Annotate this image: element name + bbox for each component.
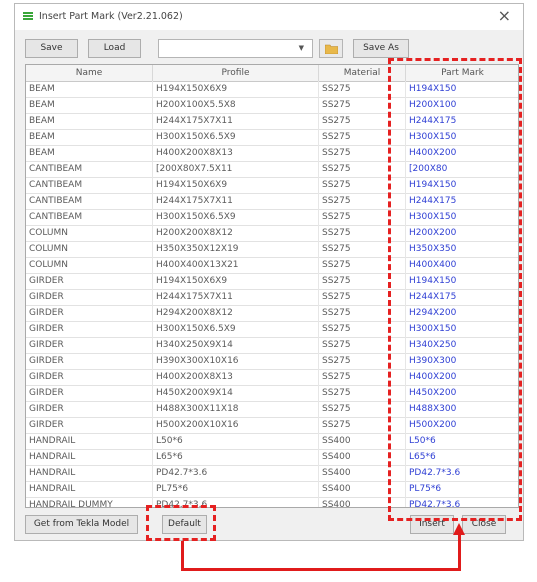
cell-profile: H194X150X6X9: [153, 81, 319, 97]
settings-dropdown[interactable]: ▼: [158, 39, 313, 58]
folder-button[interactable]: [319, 39, 343, 58]
cell-name: GIRDER: [26, 385, 153, 401]
cell-name: GIRDER: [26, 337, 153, 353]
cell-name: GIRDER: [26, 305, 153, 321]
cell-profile: H350X350X12X19: [153, 241, 319, 257]
cell-name: COLUMN: [26, 257, 153, 273]
cell-profile: H200X100X5.5X8: [153, 97, 319, 113]
cell-name: GIRDER: [26, 321, 153, 337]
cell-name: GIRDER: [26, 273, 153, 289]
cell-profile: H194X150X6X9: [153, 273, 319, 289]
cell-profile: H390X300X10X16: [153, 353, 319, 369]
cell-name: GIRDER: [26, 417, 153, 433]
cell-profile: [200X80X7.5X11: [153, 161, 319, 177]
column-header-name[interactable]: Name: [26, 65, 153, 81]
cell-name: HANDRAIL: [26, 449, 153, 465]
app-icon: [23, 12, 33, 20]
cell-profile: H340X250X9X14: [153, 337, 319, 353]
folder-icon: [325, 44, 338, 54]
cell-name: CANTIBEAM: [26, 209, 153, 225]
flow-arrow-line-horizontal: [181, 568, 461, 571]
cell-profile: H400X400X13X21: [153, 257, 319, 273]
cell-profile: H194X150X6X9: [153, 177, 319, 193]
cell-name: BEAM: [26, 81, 153, 97]
cell-profile: H400X200X8X13: [153, 145, 319, 161]
get-from-tekla-model-button[interactable]: Get from Tekla Model: [25, 515, 138, 534]
cell-name: HANDRAIL: [26, 481, 153, 497]
cell-profile: H488X300X11X18: [153, 401, 319, 417]
cell-profile: H244X175X7X11: [153, 113, 319, 129]
cell-profile: L50*6: [153, 433, 319, 449]
flow-arrow-line-down: [181, 541, 184, 571]
cell-name: HANDRAIL: [26, 465, 153, 481]
cell-profile: H500X200X10X16: [153, 417, 319, 433]
cell-profile: H244X175X7X11: [153, 193, 319, 209]
cell-profile: H400X200X8X13: [153, 369, 319, 385]
flow-arrow-head-icon: [453, 523, 465, 535]
cell-name: GIRDER: [26, 289, 153, 305]
cell-name: BEAM: [26, 145, 153, 161]
cell-name: CANTIBEAM: [26, 161, 153, 177]
cell-profile: PL75*6: [153, 481, 319, 497]
cell-profile: PD42.7*3.6: [153, 465, 319, 481]
window-title: Insert Part Mark (Ver2.21.062): [39, 11, 183, 22]
save-button[interactable]: Save: [25, 39, 78, 58]
cell-name: GIRDER: [26, 353, 153, 369]
cell-profile: H300X150X6.5X9: [153, 321, 319, 337]
load-button[interactable]: Load: [88, 39, 141, 58]
flow-arrow-line-up: [458, 532, 461, 571]
part-mark-column-highlight: [388, 58, 522, 521]
close-window-icon[interactable]: ×: [498, 7, 511, 25]
cell-name: COLUMN: [26, 241, 153, 257]
column-header-profile[interactable]: Profile: [153, 65, 319, 81]
cell-name: BEAM: [26, 113, 153, 129]
cell-name: HANDRAIL DUMMY: [26, 497, 153, 507]
cell-name: COLUMN: [26, 225, 153, 241]
cell-profile: H300X150X6.5X9: [153, 209, 319, 225]
cell-profile: H300X150X6.5X9: [153, 129, 319, 145]
cell-profile: H244X175X7X11: [153, 289, 319, 305]
cell-name: CANTIBEAM: [26, 177, 153, 193]
title-bar: Insert Part Mark (Ver2.21.062) ×: [15, 4, 523, 30]
cell-name: BEAM: [26, 97, 153, 113]
cell-profile: H450X200X9X14: [153, 385, 319, 401]
cell-name: GIRDER: [26, 401, 153, 417]
cell-name: CANTIBEAM: [26, 193, 153, 209]
cell-name: GIRDER: [26, 369, 153, 385]
cell-name: BEAM: [26, 129, 153, 145]
save-as-button[interactable]: Save As: [353, 39, 409, 58]
cell-profile: H200X200X8X12: [153, 225, 319, 241]
cell-profile: L65*6: [153, 449, 319, 465]
cell-profile: H294X200X8X12: [153, 305, 319, 321]
chevron-down-icon: ▼: [298, 44, 304, 52]
default-button-highlight: [146, 505, 216, 541]
cell-name: HANDRAIL: [26, 433, 153, 449]
